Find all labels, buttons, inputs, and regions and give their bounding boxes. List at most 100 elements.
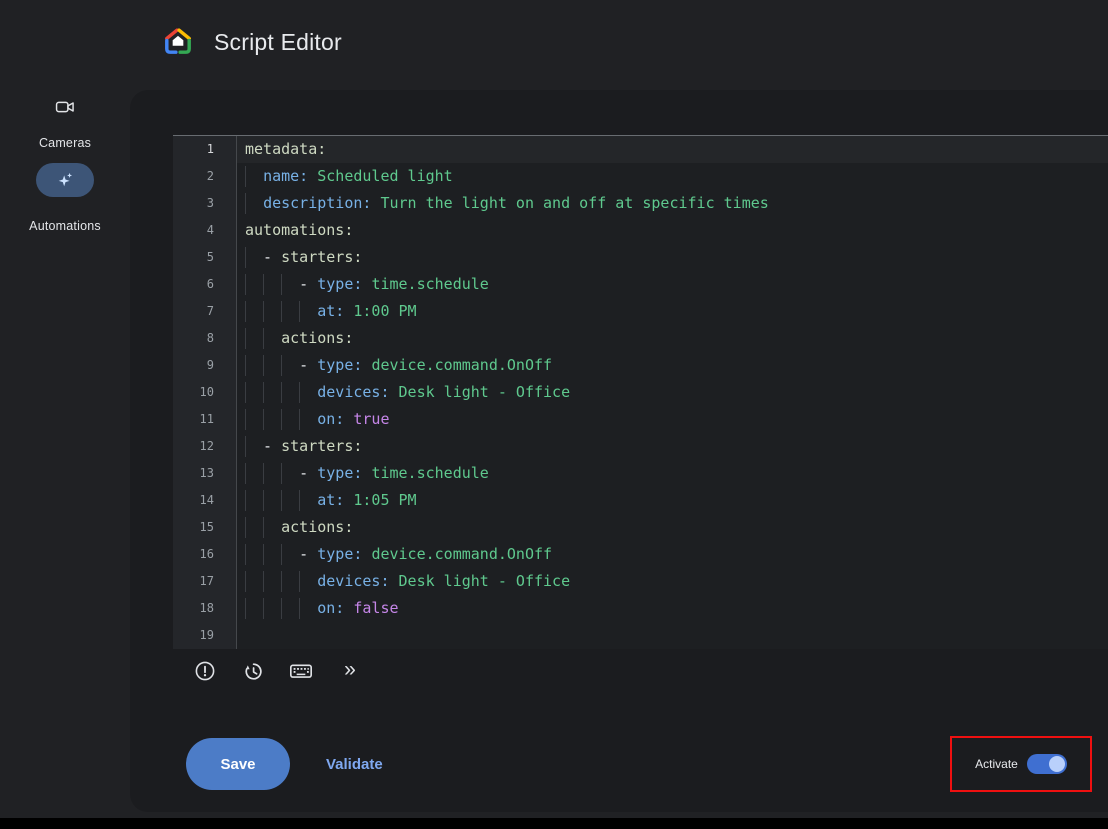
indent-guide <box>245 571 246 592</box>
code-line[interactable]: 13 - type: time.schedule <box>173 460 1108 487</box>
line-number: 5 <box>173 244 237 271</box>
indent-guide <box>263 463 264 484</box>
indent-guide <box>299 490 300 511</box>
sidebar-item-label: Cameras <box>39 136 91 150</box>
indent-guide <box>245 247 246 268</box>
indent-guide <box>281 409 282 430</box>
problems-icon[interactable] <box>192 658 218 684</box>
indent-guide <box>281 355 282 376</box>
code-line[interactable]: 2 name: Scheduled light <box>173 163 1108 190</box>
indent-guide <box>245 382 246 403</box>
indent-guide <box>299 571 300 592</box>
code-line[interactable]: 16 - type: device.command.OnOff <box>173 541 1108 568</box>
indent-guide <box>281 571 282 592</box>
camera-icon <box>54 96 76 118</box>
sidebar-item-cameras[interactable]: Cameras <box>0 96 130 150</box>
sidebar: Cameras Automations <box>0 90 130 812</box>
code-line-content: - type: time.schedule <box>237 460 1108 487</box>
code-line[interactable]: 7 at: 1:00 PM <box>173 298 1108 325</box>
code-line-content: actions: <box>237 325 1108 352</box>
code-line[interactable]: 19 <box>173 622 1108 649</box>
header: Script Editor <box>0 0 1108 90</box>
indent-guide <box>263 409 264 430</box>
line-number: 11 <box>173 406 237 433</box>
indent-guide <box>281 490 282 511</box>
code-line-content: on: false <box>237 595 1108 622</box>
indent-guide <box>281 382 282 403</box>
code-line[interactable]: 3 description: Turn the light on and off… <box>173 190 1108 217</box>
code-line-content: automations: <box>237 217 1108 244</box>
indent-guide <box>245 436 246 457</box>
line-number: 1 <box>173 136 237 163</box>
code-line[interactable]: 11 on: true <box>173 406 1108 433</box>
code-line-content: - type: device.command.OnOff <box>237 541 1108 568</box>
code-line[interactable]: 10 devices: Desk light - Office <box>173 379 1108 406</box>
history-icon[interactable] <box>240 658 266 684</box>
indent-guide <box>299 598 300 619</box>
toggle-knob <box>1049 756 1065 772</box>
indent-guide <box>245 544 246 565</box>
indent-guide <box>245 166 246 187</box>
annotation-highlight-box: Activate <box>950 736 1092 792</box>
bottom-black-bar <box>0 818 1108 829</box>
validate-button[interactable]: Validate <box>320 755 389 774</box>
code-line[interactable]: 6 - type: time.schedule <box>173 271 1108 298</box>
indent-guide <box>299 382 300 403</box>
indent-guide <box>245 598 246 619</box>
code-line[interactable]: 5 - starters: <box>173 244 1108 271</box>
code-line[interactable]: 14 at: 1:05 PM <box>173 487 1108 514</box>
code-lines: 1metadata:2 name: Scheduled light3 descr… <box>173 136 1108 649</box>
indent-guide <box>281 463 282 484</box>
line-number: 16 <box>173 541 237 568</box>
code-line-content: at: 1:05 PM <box>237 487 1108 514</box>
indent-guide <box>263 598 264 619</box>
indent-guide <box>245 355 246 376</box>
indent-guide <box>245 193 246 214</box>
more-icon[interactable]: » <box>336 658 362 684</box>
indent-guide <box>245 490 246 511</box>
indent-guide <box>245 274 246 295</box>
line-number: 13 <box>173 460 237 487</box>
line-number: 10 <box>173 379 237 406</box>
code-line[interactable]: 1metadata: <box>173 136 1108 163</box>
indent-guide <box>263 274 264 295</box>
sparkle-icon <box>55 170 75 190</box>
code-line[interactable]: 12 - starters: <box>173 433 1108 460</box>
code-line[interactable]: 9 - type: device.command.OnOff <box>173 352 1108 379</box>
activate-toggle[interactable] <box>1027 754 1067 774</box>
indent-guide <box>245 409 246 430</box>
indent-guide <box>263 382 264 403</box>
code-line-content: - type: device.command.OnOff <box>237 352 1108 379</box>
code-line[interactable]: 18 on: false <box>173 595 1108 622</box>
editor-toolbar: » <box>192 656 362 686</box>
code-editor[interactable]: 1metadata:2 name: Scheduled light3 descr… <box>173 135 1108 649</box>
indent-guide <box>299 409 300 430</box>
code-line-content: name: Scheduled light <box>237 163 1108 190</box>
save-button[interactable]: Save <box>186 738 290 790</box>
indent-guide <box>281 544 282 565</box>
keyboard-icon[interactable] <box>288 658 314 684</box>
line-number: 12 <box>173 433 237 460</box>
code-line-content: devices: Desk light - Office <box>237 379 1108 406</box>
google-home-logo-icon <box>162 25 194 57</box>
indent-guide <box>263 517 264 538</box>
code-line-content: description: Turn the light on and off a… <box>237 190 1108 217</box>
line-number: 8 <box>173 325 237 352</box>
indent-guide <box>281 598 282 619</box>
line-number: 9 <box>173 352 237 379</box>
code-line[interactable]: 8 actions: <box>173 325 1108 352</box>
sidebar-item-automations[interactable]: Automations <box>0 163 130 233</box>
indent-guide <box>281 274 282 295</box>
indent-guide <box>263 544 264 565</box>
code-line-content: actions: <box>237 514 1108 541</box>
line-number: 14 <box>173 487 237 514</box>
indent-guide <box>299 301 300 322</box>
code-line[interactable]: 17 devices: Desk light - Office <box>173 568 1108 595</box>
code-line-content <box>237 622 1108 649</box>
line-number: 6 <box>173 271 237 298</box>
code-line[interactable]: 4automations: <box>173 217 1108 244</box>
code-line[interactable]: 15 actions: <box>173 514 1108 541</box>
code-line-content: at: 1:00 PM <box>237 298 1108 325</box>
code-line-content: devices: Desk light - Office <box>237 568 1108 595</box>
line-number: 3 <box>173 190 237 217</box>
